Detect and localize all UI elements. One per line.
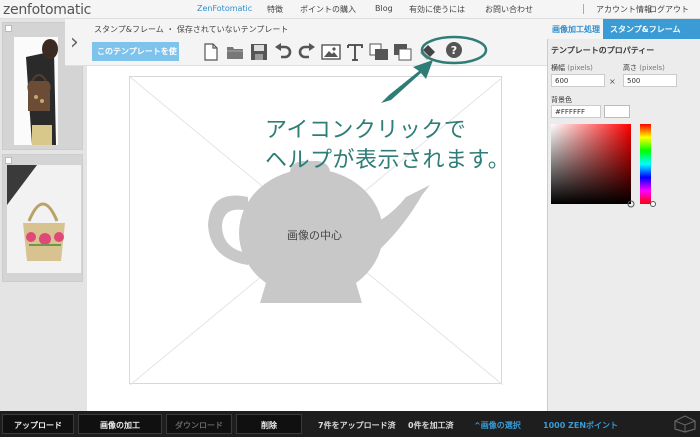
annotation-line-2: ヘルプが表示されます。 [265,148,511,173]
help-annotation: アイコンクリックで ヘルプが表示されます。 [265,116,510,176]
annotation-overlay [381,35,488,103]
annotation-line-1: アイコンクリックで [265,118,467,143]
